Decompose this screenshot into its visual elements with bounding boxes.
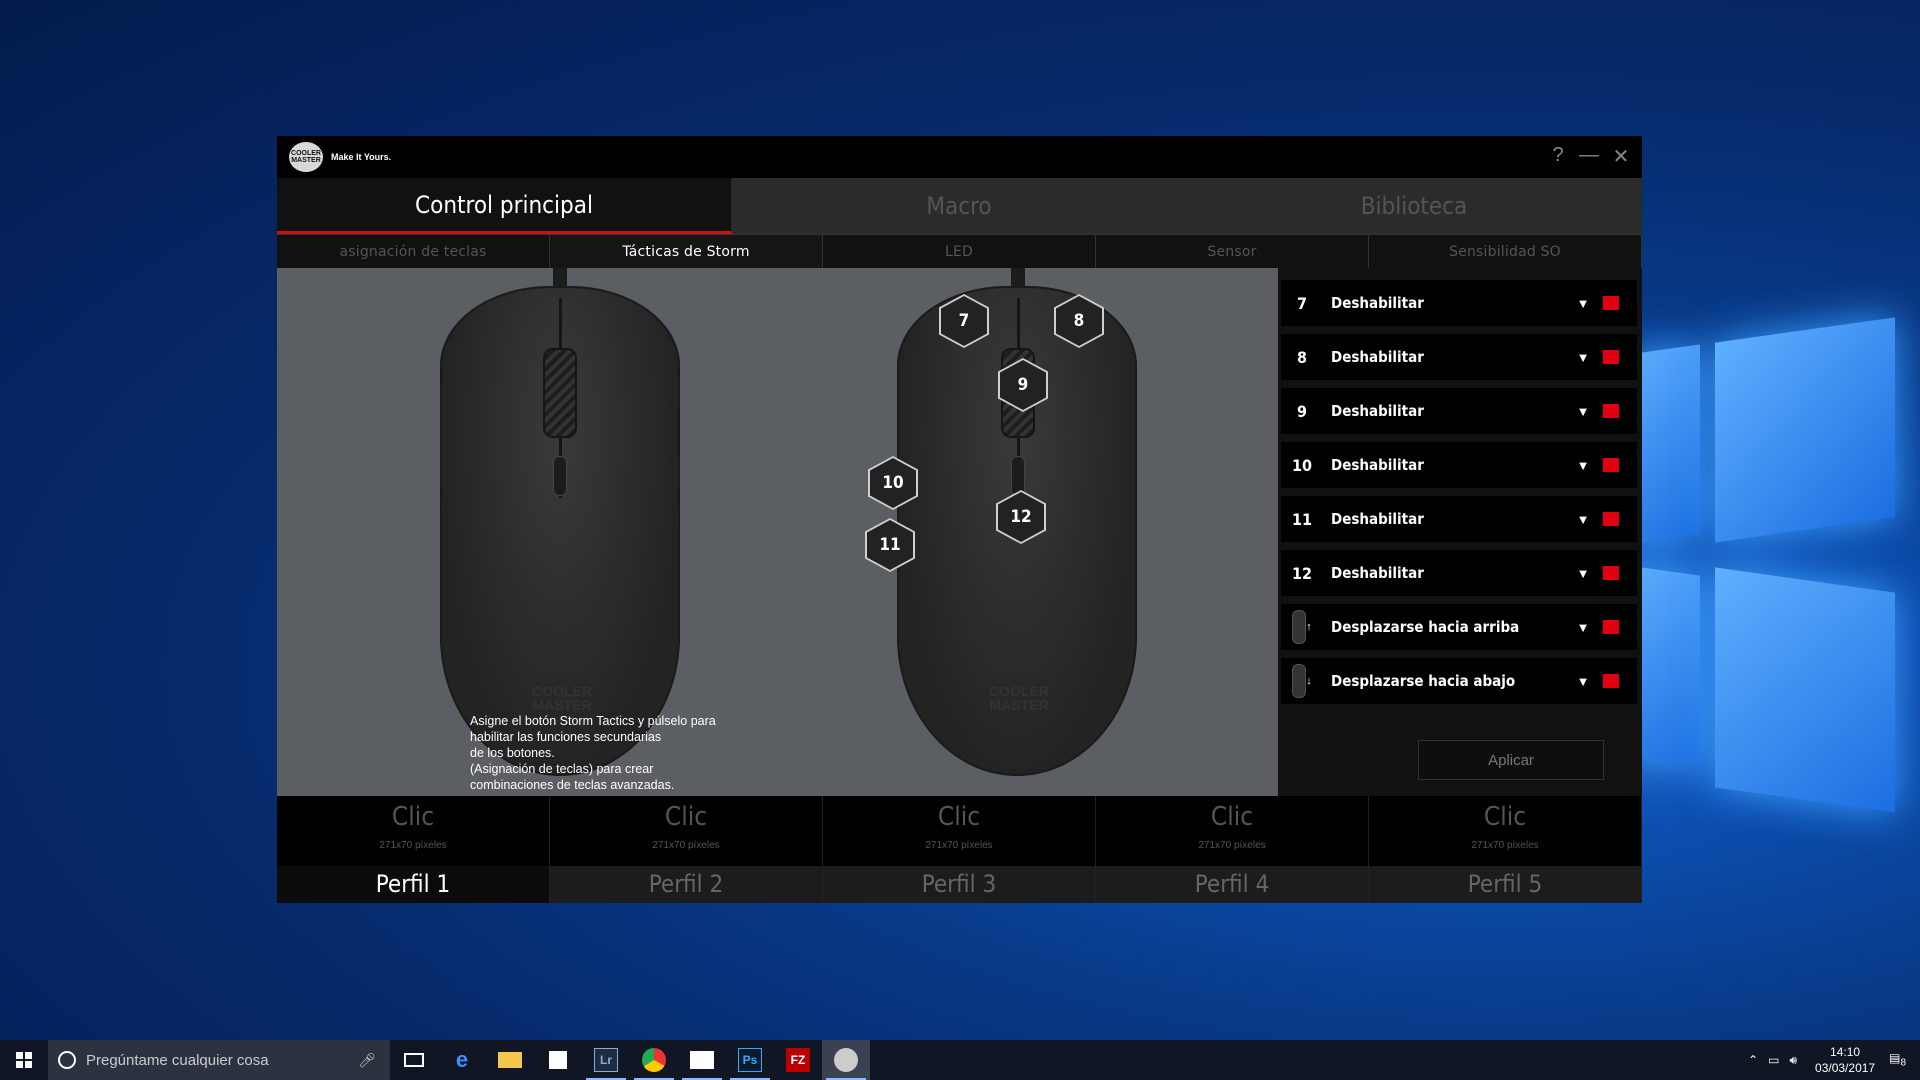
photos-icon bbox=[690, 1051, 714, 1069]
color-swatch[interactable] bbox=[1603, 404, 1619, 418]
subtab-asignacion[interactable]: asignación de teclas bbox=[277, 235, 550, 268]
tab-biblioteca[interactable]: Biblioteca bbox=[1187, 178, 1642, 234]
start-button[interactable] bbox=[0, 1040, 48, 1080]
microphone-icon[interactable]: 🎤︎ bbox=[358, 1052, 376, 1069]
lightroom-button[interactable]: Lr bbox=[582, 1040, 630, 1080]
assignment-row[interactable]: 9 Deshabilitar ▼ bbox=[1281, 388, 1637, 438]
dpi-button bbox=[553, 456, 567, 496]
function-label: Deshabilitar bbox=[1331, 510, 1424, 528]
profile-2[interactable]: Clic 271x70 píxeles Perfil 2 bbox=[550, 796, 823, 903]
scroll-wheel bbox=[543, 348, 577, 438]
photoshop-button[interactable]: Ps bbox=[726, 1040, 774, 1080]
function-label: Deshabilitar bbox=[1331, 456, 1424, 474]
search-box[interactable]: Pregúntame cualquier cosa 🎤︎ bbox=[48, 1040, 390, 1080]
assignment-panel: 7 Deshabilitar ▼ 8 Deshabilitar ▼ 9 Desh… bbox=[1278, 268, 1642, 796]
sub-tabs: asignación de teclas Tácticas de Storm L… bbox=[277, 234, 1642, 268]
volume-icon[interactable]: 🔊︎ bbox=[1789, 1053, 1797, 1068]
store-icon bbox=[549, 1051, 567, 1069]
cooler-master-icon bbox=[834, 1048, 858, 1072]
notifications-icon[interactable]: ▤8 bbox=[1889, 1051, 1906, 1068]
taskbar: Pregúntame cualquier cosa 🎤︎ e Lr Ps FZ … bbox=[0, 1040, 1920, 1080]
cooler-master-taskbar-button[interactable] bbox=[822, 1040, 870, 1080]
main-tabs: Control principal Macro Biblioteca bbox=[277, 178, 1642, 234]
subtab-sensibilidad[interactable]: Sensibilidad SO bbox=[1369, 235, 1642, 268]
system-tray: ⌃ ▭ 🔊︎ 14:10 03/03/2017 ▤8 bbox=[1748, 1044, 1920, 1076]
profile-1[interactable]: Clic 271x70 píxeles Perfil 1 bbox=[277, 796, 550, 903]
color-swatch[interactable] bbox=[1603, 566, 1619, 580]
desktop-windows-logo bbox=[1620, 317, 1920, 813]
filezilla-button[interactable]: FZ bbox=[774, 1040, 822, 1080]
profile-5[interactable]: Clic 271x70 píxeles Perfil 5 bbox=[1369, 796, 1642, 903]
lightroom-icon: Lr bbox=[594, 1048, 618, 1072]
photos-button[interactable] bbox=[678, 1040, 726, 1080]
title-bar: COOLER MASTER Make It Yours. ? — ✕ bbox=[277, 136, 1642, 178]
assignment-row[interactable]: ↑ Desplazarse hacia arriba ▼ bbox=[1281, 604, 1637, 654]
color-swatch[interactable] bbox=[1603, 620, 1619, 634]
subtab-led[interactable]: LED bbox=[823, 235, 1096, 268]
color-swatch[interactable] bbox=[1603, 458, 1619, 472]
assignment-row[interactable]: 12 Deshabilitar ▼ bbox=[1281, 550, 1637, 600]
tab-macro[interactable]: Macro bbox=[732, 178, 1187, 234]
profile-3[interactable]: Clic 271x70 píxeles Perfil 3 bbox=[823, 796, 1096, 903]
function-label: Deshabilitar bbox=[1331, 294, 1424, 312]
tagline: Make It Yours. bbox=[331, 152, 392, 162]
chrome-button[interactable] bbox=[630, 1040, 678, 1080]
task-view-button[interactable] bbox=[390, 1040, 438, 1080]
cortana-icon bbox=[58, 1051, 76, 1069]
color-swatch[interactable] bbox=[1603, 674, 1619, 688]
color-swatch[interactable] bbox=[1603, 512, 1619, 526]
scroll-down-icon: ↓ bbox=[1281, 658, 1323, 704]
help-button[interactable]: ? bbox=[1544, 144, 1572, 167]
color-swatch[interactable] bbox=[1603, 296, 1619, 310]
assignment-row[interactable]: 8 Deshabilitar ▼ bbox=[1281, 334, 1637, 384]
photoshop-icon: Ps bbox=[738, 1048, 762, 1072]
search-placeholder: Pregúntame cualquier cosa bbox=[86, 1051, 269, 1069]
profile-bar: Clic 271x70 píxeles Perfil 1 Clic 271x70… bbox=[277, 796, 1642, 903]
profile-4[interactable]: Clic 271x70 píxeles Perfil 4 bbox=[1096, 796, 1369, 903]
hint-text: Asigne el botón Storm Tactics y púlselo … bbox=[470, 714, 716, 792]
store-button[interactable] bbox=[534, 1040, 582, 1080]
chevron-down-icon[interactable]: ▼ bbox=[1573, 512, 1593, 527]
chevron-down-icon[interactable]: ▼ bbox=[1573, 296, 1593, 311]
chevron-down-icon[interactable]: ▼ bbox=[1573, 350, 1593, 365]
chevron-down-icon[interactable]: ▼ bbox=[1573, 620, 1593, 635]
assignment-row[interactable]: 7 Deshabilitar ▼ bbox=[1281, 280, 1637, 330]
color-swatch[interactable] bbox=[1603, 350, 1619, 364]
file-explorer-button[interactable] bbox=[486, 1040, 534, 1080]
subtab-tacticas[interactable]: Tácticas de Storm bbox=[550, 235, 823, 268]
apply-button[interactable]: Aplicar bbox=[1418, 740, 1604, 780]
function-label: Deshabilitar bbox=[1331, 348, 1424, 366]
filezilla-icon: FZ bbox=[786, 1048, 810, 1072]
task-view-icon bbox=[404, 1053, 424, 1067]
edge-icon: e bbox=[455, 1047, 469, 1072]
assignment-row[interactable]: 11 Deshabilitar ▼ bbox=[1281, 496, 1637, 546]
chevron-down-icon[interactable]: ▼ bbox=[1573, 566, 1593, 581]
scroll-up-icon: ↑ bbox=[1281, 604, 1323, 650]
chevron-down-icon[interactable]: ▼ bbox=[1573, 458, 1593, 473]
chevron-up-icon[interactable]: ⌃ bbox=[1748, 1053, 1758, 1067]
close-button[interactable]: ✕ bbox=[1607, 144, 1635, 169]
mouse-logo: COOLER MASTER bbox=[532, 683, 592, 713]
chevron-down-icon[interactable]: ▼ bbox=[1573, 404, 1593, 419]
function-label: Desplazarse hacia abajo bbox=[1331, 672, 1516, 690]
edge-button[interactable]: e bbox=[438, 1040, 486, 1080]
cooler-master-window: COOLER MASTER Make It Yours. ? — ✕ Contr… bbox=[277, 136, 1642, 903]
folder-icon bbox=[498, 1052, 522, 1068]
notification-count: 8 bbox=[1900, 1057, 1906, 1069]
function-label: Deshabilitar bbox=[1331, 402, 1424, 420]
assignment-row[interactable]: ↓ Desplazarse hacia abajo ▼ bbox=[1281, 658, 1637, 708]
mouse-stage: COOLER MASTER Asigne el botón Storm Tacti… bbox=[277, 268, 1278, 796]
windows-icon bbox=[16, 1052, 32, 1068]
tab-control-principal[interactable]: Control principal bbox=[277, 178, 732, 234]
assignment-row[interactable]: 10 Deshabilitar ▼ bbox=[1281, 442, 1637, 492]
function-label: Deshabilitar bbox=[1331, 564, 1424, 582]
cooler-master-logo: COOLER MASTER bbox=[289, 142, 323, 172]
chevron-down-icon[interactable]: ▼ bbox=[1573, 674, 1593, 689]
chrome-icon bbox=[642, 1048, 666, 1072]
clock[interactable]: 14:10 03/03/2017 bbox=[1815, 1044, 1875, 1076]
function-label: Desplazarse hacia arriba bbox=[1331, 618, 1520, 636]
subtab-sensor[interactable]: Sensor bbox=[1096, 235, 1369, 268]
network-icon[interactable]: ▭ bbox=[1768, 1053, 1779, 1067]
minimize-button[interactable]: — bbox=[1575, 144, 1603, 167]
